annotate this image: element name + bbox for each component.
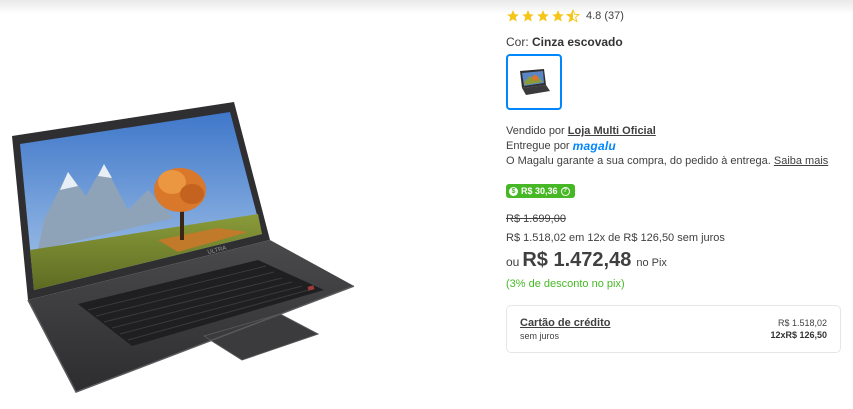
pix-price: R$ 1.472,48 xyxy=(522,249,632,271)
color-swatch-selected[interactable] xyxy=(506,54,562,110)
payment-option-subtitle: sem juros xyxy=(520,331,560,341)
installments-text: R$ 1.518,02 em 12x de R$ 126,50 sem juro… xyxy=(506,232,725,244)
payment-option-installments: 12xR$ 126,50 xyxy=(770,330,827,340)
star-full-icon xyxy=(537,10,549,22)
seller-link[interactable]: Loja Multi Oficial xyxy=(568,125,656,137)
star-full-icon xyxy=(522,10,534,22)
learn-more-link[interactable]: Saiba mais xyxy=(774,155,828,167)
top-shadow xyxy=(0,0,853,14)
laptop-illustration: ULTRA xyxy=(12,102,355,393)
payment-option-total: R$ 1.518,02 xyxy=(777,318,827,328)
star-half-icon xyxy=(566,9,580,23)
guarantee-line: O Magalu garante a sua compra, do pedido… xyxy=(506,155,829,167)
product-image[interactable]: ULTRA xyxy=(8,100,368,400)
seller-info: Vendido por Loja Multi Oficial Entregue … xyxy=(506,124,828,169)
color-selector-label: Cor: Cinza escovado xyxy=(506,35,623,49)
cashback-amount: R$ 30,36 xyxy=(521,186,558,196)
star-rating xyxy=(506,9,580,23)
rating-count: (37) xyxy=(604,10,624,22)
info-icon[interactable]: ? xyxy=(560,186,570,196)
cashback-badge[interactable]: $ R$ 30,36 ? xyxy=(506,184,575,198)
pix-price-line: ou R$ 1.472,48 no Pix xyxy=(506,249,667,271)
payment-option-title[interactable]: Cartão de crédito xyxy=(520,317,610,329)
rating-value: 4.8 (37) xyxy=(586,10,624,22)
selected-color: Cinza escovado xyxy=(532,35,623,49)
pix-discount: (3% de desconto no pix) xyxy=(506,278,625,290)
magalu-logo: magalu xyxy=(572,139,616,153)
old-price: R$ 1.699,00 xyxy=(506,213,566,225)
delivered-by-line: Entregue por magalu xyxy=(506,139,616,153)
coin-icon: $ xyxy=(509,186,518,196)
rating[interactable]: 4.8 (37) xyxy=(506,8,624,24)
star-full-icon xyxy=(552,10,564,22)
sold-by-line: Vendido por Loja Multi Oficial xyxy=(506,125,656,137)
star-full-icon xyxy=(507,10,519,22)
laptop-thumbnail-icon xyxy=(520,69,550,95)
payment-option-credit-card[interactable]: Cartão de crédito sem juros R$ 1.518,02 … xyxy=(506,305,841,353)
